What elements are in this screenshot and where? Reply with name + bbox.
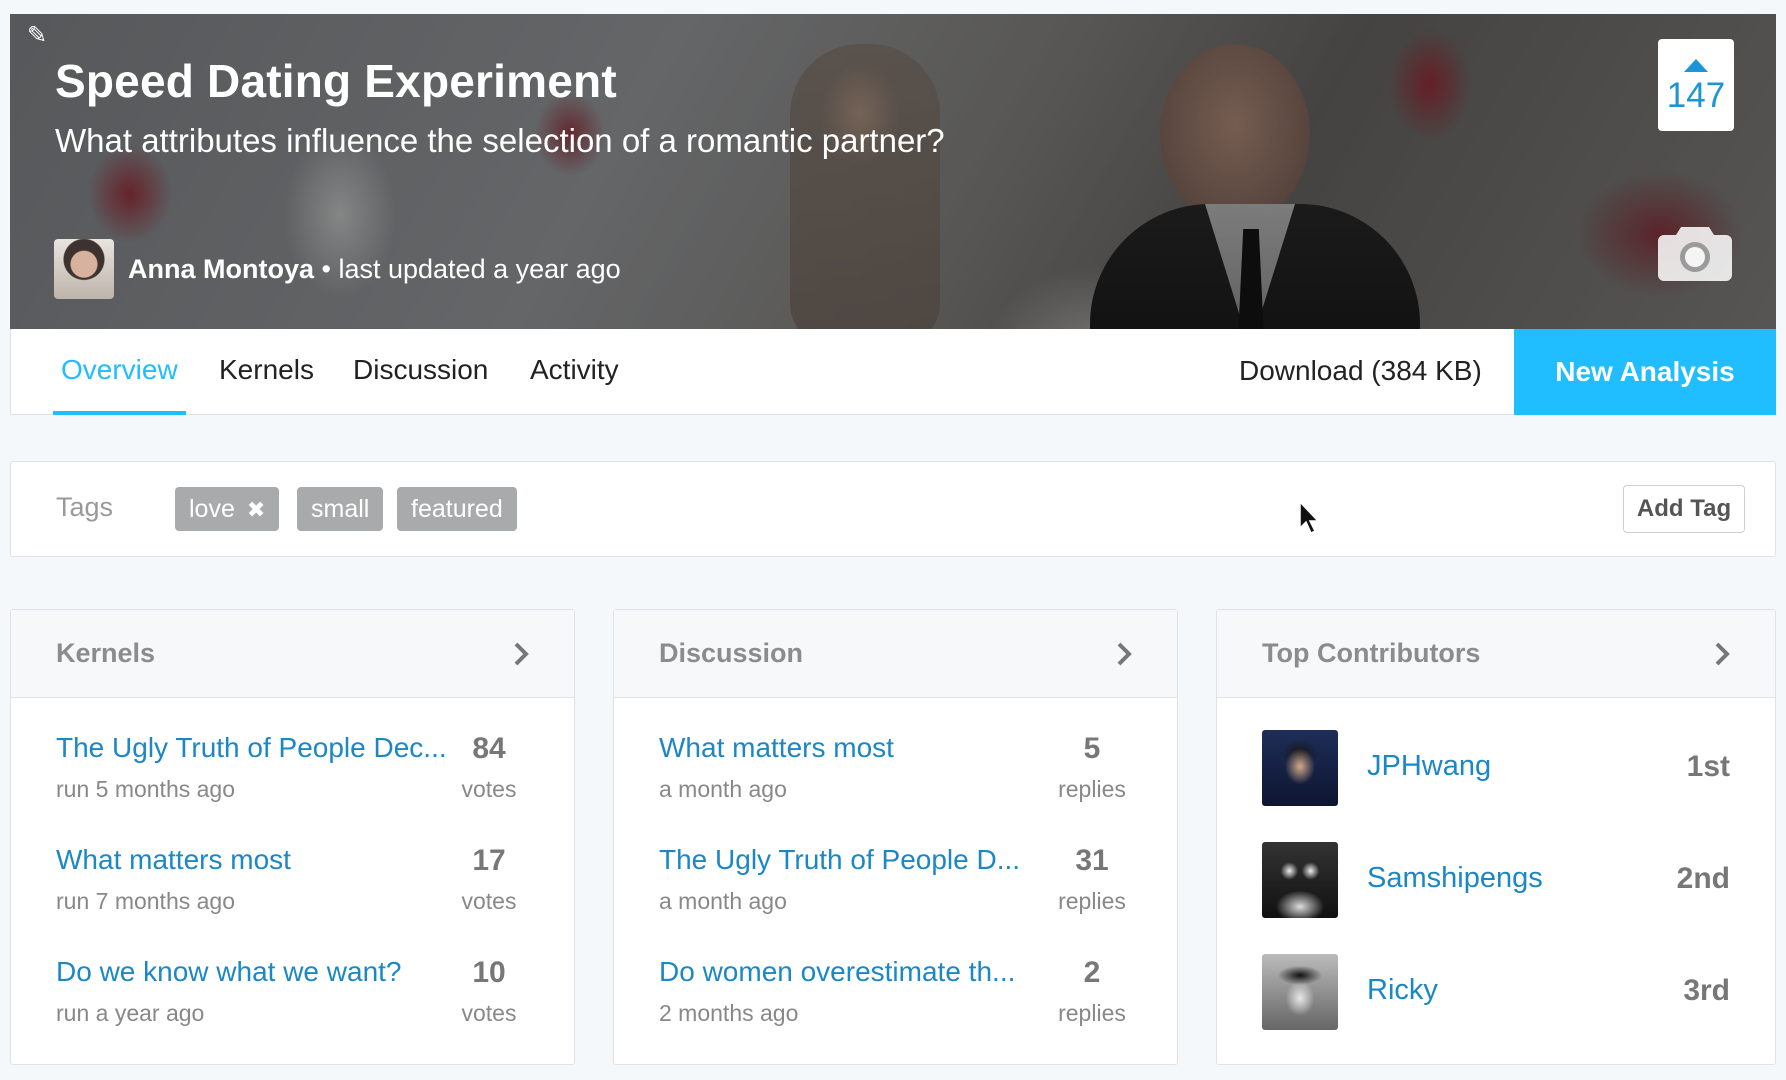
vote-count: 10 [449,956,529,990]
tag-featured[interactable]: featured [397,487,517,531]
pencil-icon[interactable]: ✎ [23,22,51,50]
discussion-title-link[interactable]: The Ugly Truth of People D... [659,844,1020,876]
contributor-name[interactable]: JPHwang [1367,750,1491,783]
kernel-title-link[interactable]: Do we know what we want? [56,956,402,988]
tag-label: love [189,495,235,523]
contributor-rank: 2nd [1677,862,1730,896]
list-item[interactable]: What matters most run 7 months ago 17 vo… [56,844,529,924]
vote-unit: votes [449,888,529,915]
tags-label: Tags [56,492,113,523]
contributors-card-header[interactable]: Top Contributors [1217,610,1775,698]
kernel-title-link[interactable]: What matters most [56,844,291,876]
contributor-row[interactable]: Ricky 3rd [1262,954,1730,1030]
reply-count: 5 [1052,732,1132,766]
contributor-avatar[interactable] [1262,954,1338,1030]
remove-tag-icon[interactable]: ✖ [247,497,265,522]
download-link[interactable]: Download (384 KB) [1239,329,1482,415]
list-item[interactable]: What matters most a month ago 5 replies [659,732,1132,812]
tag-label: featured [411,495,503,523]
dataset-nav: Overview Kernels Discussion Activity Dow… [10,329,1776,415]
list-item[interactable]: Do women overestimate th... 2 months ago… [659,956,1132,1036]
last-updated: • last updated a year ago [322,254,621,284]
new-analysis-button[interactable]: New Analysis [1514,329,1776,415]
list-item[interactable]: Do we know what we want? run a year ago … [56,956,529,1036]
list-item[interactable]: The Ugly Truth of People Dec... run 5 mo… [56,732,529,812]
mouse-cursor-icon [1298,500,1322,536]
tab-overview[interactable]: Overview [53,329,186,415]
vote-unit: votes [449,1000,529,1027]
kernel-run-time: run 5 months ago [56,776,235,803]
discussion-title-link[interactable]: What matters most [659,732,894,764]
reply-count: 31 [1052,844,1132,878]
discussion-time: a month ago [659,888,787,915]
discussion-title-link[interactable]: Do women overestimate th... [659,956,1015,988]
author-name[interactable]: Anna Montoya [128,254,314,284]
discussion-card-header[interactable]: Discussion [614,610,1177,698]
tag-small[interactable]: small [297,487,383,531]
kernel-run-time: run 7 months ago [56,888,235,915]
kernel-run-time: run a year ago [56,1000,204,1027]
add-tag-button[interactable]: Add Tag [1623,485,1745,533]
top-contributors-card: Top Contributors JPHwang 1st Samshipengs… [1216,609,1776,1065]
vote-count: 84 [449,732,529,766]
reply-count: 2 [1052,956,1132,990]
vote-count: 17 [449,844,529,878]
tab-discussion[interactable]: Discussion [353,329,488,415]
contributor-rank: 3rd [1683,974,1730,1008]
upvote-button[interactable]: 147 [1658,39,1734,131]
reply-unit: replies [1052,888,1132,915]
kernels-card-header[interactable]: Kernels [11,610,574,698]
dataset-hero-banner: ✎ Speed Dating Experiment What attribute… [10,14,1776,329]
dataset-title: Speed Dating Experiment [55,54,617,108]
contributor-avatar[interactable] [1262,730,1338,806]
author-avatar[interactable] [54,239,114,299]
vote-unit: votes [449,776,529,803]
reply-unit: replies [1052,776,1132,803]
contributor-row[interactable]: JPHwang 1st [1262,730,1730,806]
tags-bar: Tags love ✖ small featured Add Tag [10,461,1776,557]
contributor-avatar[interactable] [1262,842,1338,918]
list-item[interactable]: The Ugly Truth of People D... a month ag… [659,844,1132,924]
kernels-card-title: Kernels [56,638,155,669]
contributor-row[interactable]: Samshipengs 2nd [1262,842,1730,918]
discussion-time: a month ago [659,776,787,803]
upvote-count: 147 [1658,76,1734,116]
tab-activity[interactable]: Activity [530,329,619,415]
kernel-title-link[interactable]: The Ugly Truth of People Dec... [56,732,447,764]
tag-love[interactable]: love ✖ [175,487,279,531]
contributor-rank: 1st [1687,750,1730,784]
discussion-card-title: Discussion [659,638,803,669]
chevron-right-icon[interactable] [1115,640,1135,668]
chevron-right-icon[interactable] [1713,640,1733,668]
contributor-name[interactable]: Ricky [1367,974,1438,1007]
contributors-card-title: Top Contributors [1262,638,1480,669]
discussion-time: 2 months ago [659,1000,798,1027]
contributor-name[interactable]: Samshipengs [1367,862,1543,895]
discussion-card: Discussion What matters most a month ago… [613,609,1178,1065]
kernels-card: Kernels The Ugly Truth of People Dec... … [10,609,575,1065]
reply-unit: replies [1052,1000,1132,1027]
author-row: Anna Montoya • last updated a year ago [54,239,621,299]
author-meta: Anna Montoya • last updated a year ago [128,254,621,285]
chevron-right-icon[interactable] [512,640,532,668]
camera-icon[interactable] [1657,221,1733,283]
tab-kernels[interactable]: Kernels [219,329,314,415]
tag-label: small [311,495,369,523]
dataset-subtitle: What attributes influence the selection … [55,122,945,160]
upvote-arrow-icon [1684,59,1708,72]
